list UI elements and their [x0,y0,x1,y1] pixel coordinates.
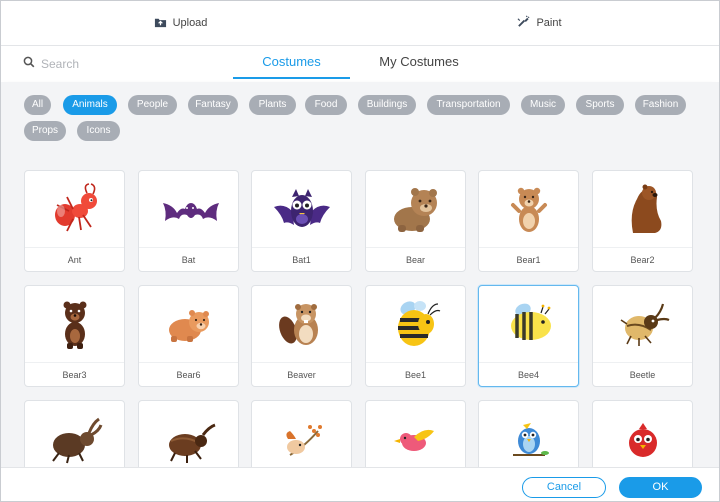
costume-card-red-bird[interactable] [592,400,693,467]
bat1-icon [273,189,330,227]
filter-chip-animals[interactable]: Animals [63,95,117,115]
filter-chip-sports[interactable]: Sports [576,95,624,115]
bat-icon [162,203,219,221]
bear6-icon [168,310,209,342]
costume-card-bird-branch[interactable] [251,400,352,467]
costume-name: Beetle [593,362,692,387]
costume-card-beetle[interactable]: Beetle [592,285,693,387]
beetle-horned-icon [51,417,102,464]
paint-button[interactable]: Paint [360,1,719,45]
costume-card-bear1[interactable]: Bear1 [478,170,579,272]
costume-name: Bear6 [139,362,238,387]
blue-bird-icon [512,423,549,456]
filter-chip-fashion[interactable]: Fashion [635,95,686,115]
filter-chip-people[interactable]: People [128,95,177,115]
costume-library-dialog: Upload Paint Costumes My Costumes All An… [0,0,720,502]
pink-bird-icon [393,429,434,451]
bear-icon [393,188,437,232]
red-bird-icon [628,423,657,457]
ok-button[interactable]: OK [619,477,702,498]
upload-label: Upload [172,17,208,29]
tab-my-costumes[interactable]: My Costumes [361,54,477,69]
filter-chip-buildings[interactable]: Buildings [358,95,416,115]
search-input[interactable] [41,56,181,71]
costume-card-beetle-brown[interactable] [138,400,239,467]
filter-chip-props[interactable]: Props [24,121,66,141]
bear3-icon [63,301,86,349]
costume-card-pink-bird[interactable] [365,400,466,467]
costume-card-bee1[interactable]: Bee1 [365,285,466,387]
costume-name: Bat [139,247,238,272]
costume-card-ant[interactable]: Ant [24,170,125,272]
filter-chip-transportation[interactable]: Transportation [427,95,510,115]
beetle-icon [620,303,669,346]
paint-label: Paint [536,17,562,29]
costume-card-bear2[interactable]: Bear2 [592,170,693,272]
filter-chip-plants[interactable]: Plants [249,95,296,115]
costume-name: Bear [366,247,465,272]
cancel-button[interactable]: Cancel [522,477,606,498]
costume-card-bear3[interactable]: Bear3 [24,285,125,387]
dialog-footer: Cancel OK [1,467,719,501]
costume-name: Bear1 [479,247,578,272]
costume-card-bat1[interactable]: Bat1 [251,170,352,272]
search-box [23,56,181,71]
costume-name: Bear3 [25,362,124,387]
costume-name: Bear2 [593,247,692,272]
bear2-icon [631,184,661,233]
costume-card-beaver[interactable]: Beaver [251,285,352,387]
upload-button[interactable]: Upload [1,1,360,45]
bee4-icon [510,303,551,340]
costume-card-bat[interactable]: Bat [138,170,239,272]
search-icon [23,56,35,71]
costume-card-blue-bird[interactable] [478,400,579,467]
tab-costumes[interactable]: Costumes [233,54,350,69]
active-tab-indicator [233,77,350,79]
search-tabs-row: Costumes My Costumes [1,46,719,82]
costume-card-bee4[interactable]: Bee4 [478,285,579,387]
costume-name: Bat1 [252,247,351,272]
bee1-icon [397,301,440,346]
beaver-icon [278,304,318,345]
paint-brush-icon [517,15,530,31]
filter-chip-all[interactable]: All [24,95,51,115]
filter-chip-food[interactable]: Food [305,95,347,115]
costume-card-bear6[interactable]: Bear6 [138,285,239,387]
costume-card-bear[interactable]: Bear [365,170,466,272]
upload-icon [154,15,167,31]
beetle-brown-icon [168,423,216,463]
costume-grid: Ant Bat Bat1 Bear Bear1 Bear2 Bear3 Bear… [1,152,719,467]
filter-chip-icons[interactable]: Icons [77,121,120,141]
action-bar: Upload Paint [1,1,719,46]
costume-name: Bee1 [366,362,465,387]
category-filter-bar: All Animals People Fantasy Plants Food B… [1,82,719,152]
costume-name: Ant [25,247,124,272]
bear1-icon [510,187,547,232]
bird-branch-icon [285,425,322,456]
ant-icon [54,183,97,232]
filter-chip-music[interactable]: Music [521,95,565,115]
filter-chip-fantasy[interactable]: Fantasy [188,95,238,115]
costume-card-beetle-horned[interactable] [24,400,125,467]
costume-name: Bee4 [479,362,578,387]
costume-name: Beaver [252,362,351,387]
